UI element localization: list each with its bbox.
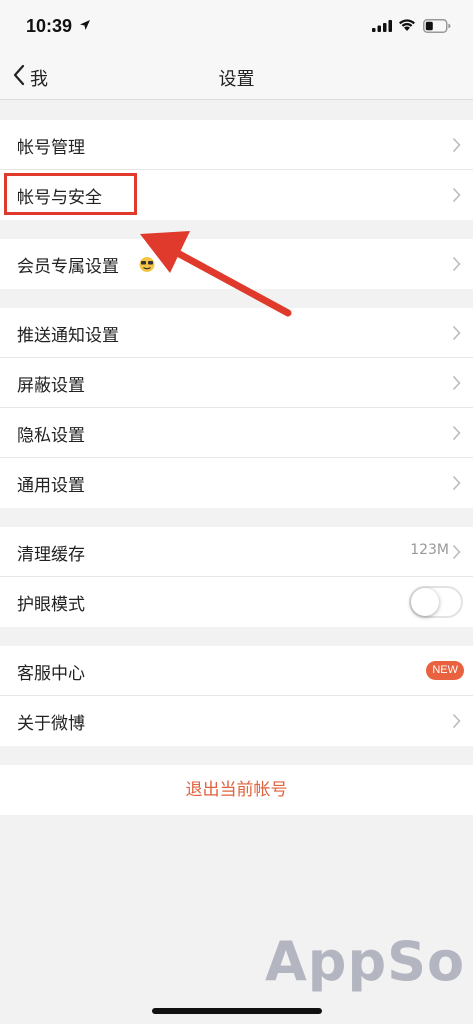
logout-button[interactable]: 退出当前帐号 bbox=[0, 765, 473, 815]
toggle-knob bbox=[411, 588, 439, 616]
chevron-right-icon bbox=[452, 375, 461, 391]
settings-row-eye-protection: 护眼模式 bbox=[0, 577, 473, 627]
highlight-box bbox=[4, 173, 137, 215]
status-time: 10:39 bbox=[26, 16, 73, 36]
home-indicator bbox=[152, 1008, 322, 1014]
row-label: 客服中心 bbox=[17, 664, 85, 684]
row-label: 清理缓存 bbox=[17, 545, 85, 565]
settings-row-vip-settings[interactable]: 会员专属设置 bbox=[0, 239, 473, 289]
row-label: 屏蔽设置 bbox=[17, 376, 85, 396]
appso-watermark: AppSo bbox=[265, 930, 466, 993]
status-bar: 10:39 bbox=[0, 0, 473, 52]
cache-size-value: 123M bbox=[410, 542, 449, 558]
chevron-right-icon bbox=[452, 325, 461, 341]
settings-group-storage: 清理缓存 123M 护眼模式 bbox=[0, 527, 473, 627]
battery-icon bbox=[423, 19, 451, 33]
settings-row-push-notifications[interactable]: 推送通知设置 bbox=[0, 308, 473, 358]
settings-row-privacy[interactable]: 隐私设置 bbox=[0, 408, 473, 458]
row-label: 推送通知设置 bbox=[17, 326, 119, 346]
settings-row-clear-cache[interactable]: 清理缓存 123M bbox=[0, 527, 473, 577]
chevron-right-icon bbox=[452, 187, 461, 203]
row-label: 帐号管理 bbox=[17, 138, 85, 158]
row-label: 关于微博 bbox=[17, 714, 85, 734]
chevron-right-icon bbox=[452, 256, 461, 272]
cellular-signal-icon bbox=[372, 20, 392, 32]
settings-row-customer-service[interactable]: 客服中心 NEW bbox=[0, 646, 473, 696]
settings-row-block-settings[interactable]: 屏蔽设置 bbox=[0, 358, 473, 408]
chevron-right-icon bbox=[452, 544, 461, 560]
settings-group-support: 客服中心 NEW 关于微博 bbox=[0, 646, 473, 746]
row-label: 通用设置 bbox=[17, 476, 85, 496]
chevron-right-icon bbox=[452, 475, 461, 491]
chevron-right-icon bbox=[452, 713, 461, 729]
logout-group: 退出当前帐号 bbox=[0, 765, 473, 815]
vip-emoji-icon bbox=[139, 257, 155, 272]
wifi-icon bbox=[399, 19, 415, 31]
settings-row-about[interactable]: 关于微博 bbox=[0, 696, 473, 746]
row-label: 会员专属设置 bbox=[17, 257, 119, 277]
row-label: 隐私设置 bbox=[17, 426, 85, 446]
settings-group-vip: 会员专属设置 bbox=[0, 239, 473, 289]
nav-bar: 我 设置 bbox=[0, 52, 473, 100]
page-title: 设置 bbox=[218, 69, 255, 90]
settings-row-account-management[interactable]: 帐号管理 bbox=[0, 120, 473, 170]
eye-protection-toggle[interactable] bbox=[409, 586, 463, 618]
chevron-right-icon bbox=[452, 425, 461, 441]
location-arrow-icon bbox=[80, 20, 90, 30]
row-label: 护眼模式 bbox=[17, 595, 85, 615]
new-badge: NEW bbox=[426, 661, 464, 680]
settings-row-general[interactable]: 通用设置 bbox=[0, 458, 473, 508]
chevron-right-icon bbox=[452, 137, 461, 153]
settings-group-general: 推送通知设置 屏蔽设置 隐私设置 通用设置 bbox=[0, 308, 473, 508]
